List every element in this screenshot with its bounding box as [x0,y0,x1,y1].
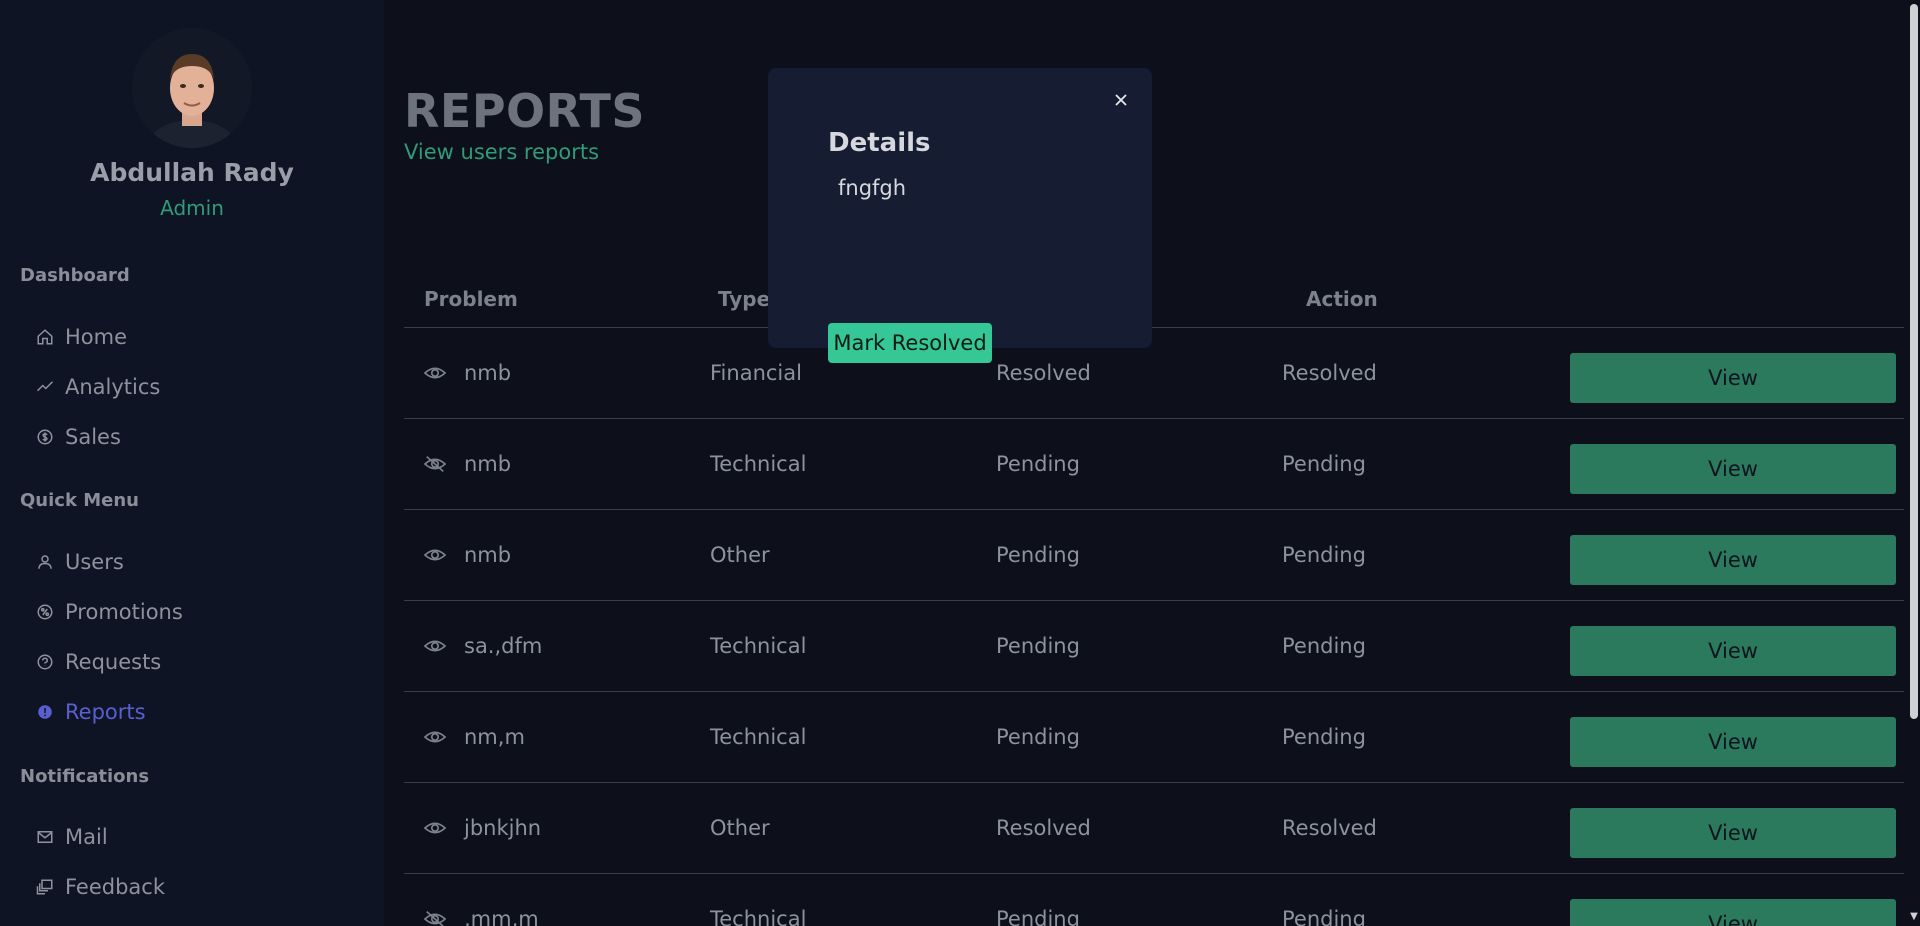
cell-action: Pending [1282,907,1366,926]
sidebar-item-users[interactable]: Users [36,547,124,577]
cell-problem: ,mm,m [464,907,539,926]
column-header-type: Type [718,287,771,311]
modal-title: Details [828,128,931,158]
sidebar-item-reports[interactable]: Reports [36,697,146,727]
cell-problem: jbnkjhn [464,816,542,840]
sidebar-item-sales[interactable]: Sales [36,422,121,452]
eye-icon[interactable] [423,636,447,656]
table-row: nmb Technical Pending Pending View [404,419,1904,510]
cell-status: Pending [996,634,1080,658]
cell-type: Technical [710,452,807,476]
sidebar-item-mail[interactable]: Mail [36,822,108,852]
eye-off-icon[interactable] [423,909,447,926]
view-button[interactable]: View [1570,353,1896,403]
sidebar-item-promotions[interactable]: Promotions [36,597,183,627]
scroll-down-arrow-icon[interactable]: ▼ [1909,912,1919,922]
section-title-dashboard: Dashboard [20,265,130,286]
cell-status: Resolved [996,816,1091,840]
table-row: nmb Financial Resolved Resolved View [404,328,1904,419]
table-row: sa.,dfm Technical Pending Pending View [404,601,1904,692]
cell-action: Resolved [1282,361,1377,385]
cell-type: Technical [710,907,807,926]
eye-off-icon[interactable] [423,454,447,474]
column-header-problem: Problem [424,287,518,311]
cell-status: Pending [996,907,1080,926]
close-icon[interactable] [1111,90,1131,110]
cell-status: Pending [996,543,1080,567]
feedback-icon [36,878,54,896]
table-row: nm,m Technical Pending Pending View [404,692,1904,783]
alert-circle-icon [36,703,54,721]
request-icon [36,653,54,671]
sidebar-item-analytics[interactable]: Analytics [36,372,160,402]
promotion-icon [36,603,54,621]
trend-icon [36,378,54,396]
user-name: Abdullah Rady [90,158,294,187]
home-icon [36,328,54,346]
page-title: REPORTS [404,84,646,138]
dollar-circle-icon [36,428,54,446]
section-title-quick-menu: Quick Menu [20,490,139,511]
cell-type: Other [710,543,770,567]
details-modal [768,68,1152,348]
cell-type: Technical [710,725,807,749]
sidebar-item-label: Analytics [65,375,161,399]
user-icon [36,553,54,571]
avatar-image [132,28,252,148]
cell-action: Pending [1282,452,1366,476]
cell-problem: nmb [464,452,512,476]
sidebar-item-requests[interactable]: Requests [36,647,161,677]
mail-icon [36,828,54,846]
view-button[interactable]: View [1570,535,1896,585]
eye-icon[interactable] [423,363,447,383]
sidebar-item-feedback[interactable]: Feedback [36,872,165,902]
eye-icon[interactable] [423,545,447,565]
cell-action: Resolved [1282,816,1377,840]
table-row: jbnkjhn Other Resolved Resolved View [404,783,1904,874]
cell-status: Pending [996,452,1080,476]
view-button[interactable]: View [1570,444,1896,494]
sidebar-item-home[interactable]: Home [36,322,127,352]
sidebar-item-label: Promotions [65,600,183,624]
scrollbar-thumb[interactable] [1910,4,1918,719]
cell-problem: nmb [464,543,512,567]
cell-problem: nmb [464,361,512,385]
sidebar-item-label: Sales [65,425,121,449]
sidebar-item-label: Feedback [65,875,166,899]
view-button[interactable]: View [1570,717,1896,767]
sidebar-item-label: Users [65,550,124,574]
cell-action: Pending [1282,543,1366,567]
cell-problem: nm,m [464,725,525,749]
page-subtitle: View users reports [404,140,600,164]
view-button[interactable]: View [1570,808,1896,858]
modal-body-text: fngfgh [838,176,907,200]
section-title-notifications: Notifications [20,766,150,787]
table-row: ,mm,m Technical Pending Pending View [404,874,1904,926]
sidebar-item-label: Requests [65,650,162,674]
sidebar-item-label: Home [65,325,128,349]
view-button[interactable]: View [1570,899,1896,926]
cell-type: Other [710,816,770,840]
cell-action: Pending [1282,725,1366,749]
eye-icon[interactable] [423,818,447,838]
column-header-action: Action [1306,287,1378,311]
cell-type: Technical [710,634,807,658]
avatar[interactable] [132,28,252,148]
user-role: Admin [160,196,224,220]
eye-icon[interactable] [423,727,447,747]
cell-problem: sa.,dfm [464,634,543,658]
view-button[interactable]: View [1570,626,1896,676]
table-row: nmb Other Pending Pending View [404,510,1904,601]
cell-action: Pending [1282,634,1366,658]
sidebar: Abdullah Rady Admin Dashboard Home Analy… [0,0,384,926]
cell-status: Pending [996,725,1080,749]
sidebar-item-label: Mail [65,825,108,849]
sidebar-item-label: Reports [65,700,146,724]
mark-resolved-button[interactable]: Mark Resolved [828,323,992,363]
